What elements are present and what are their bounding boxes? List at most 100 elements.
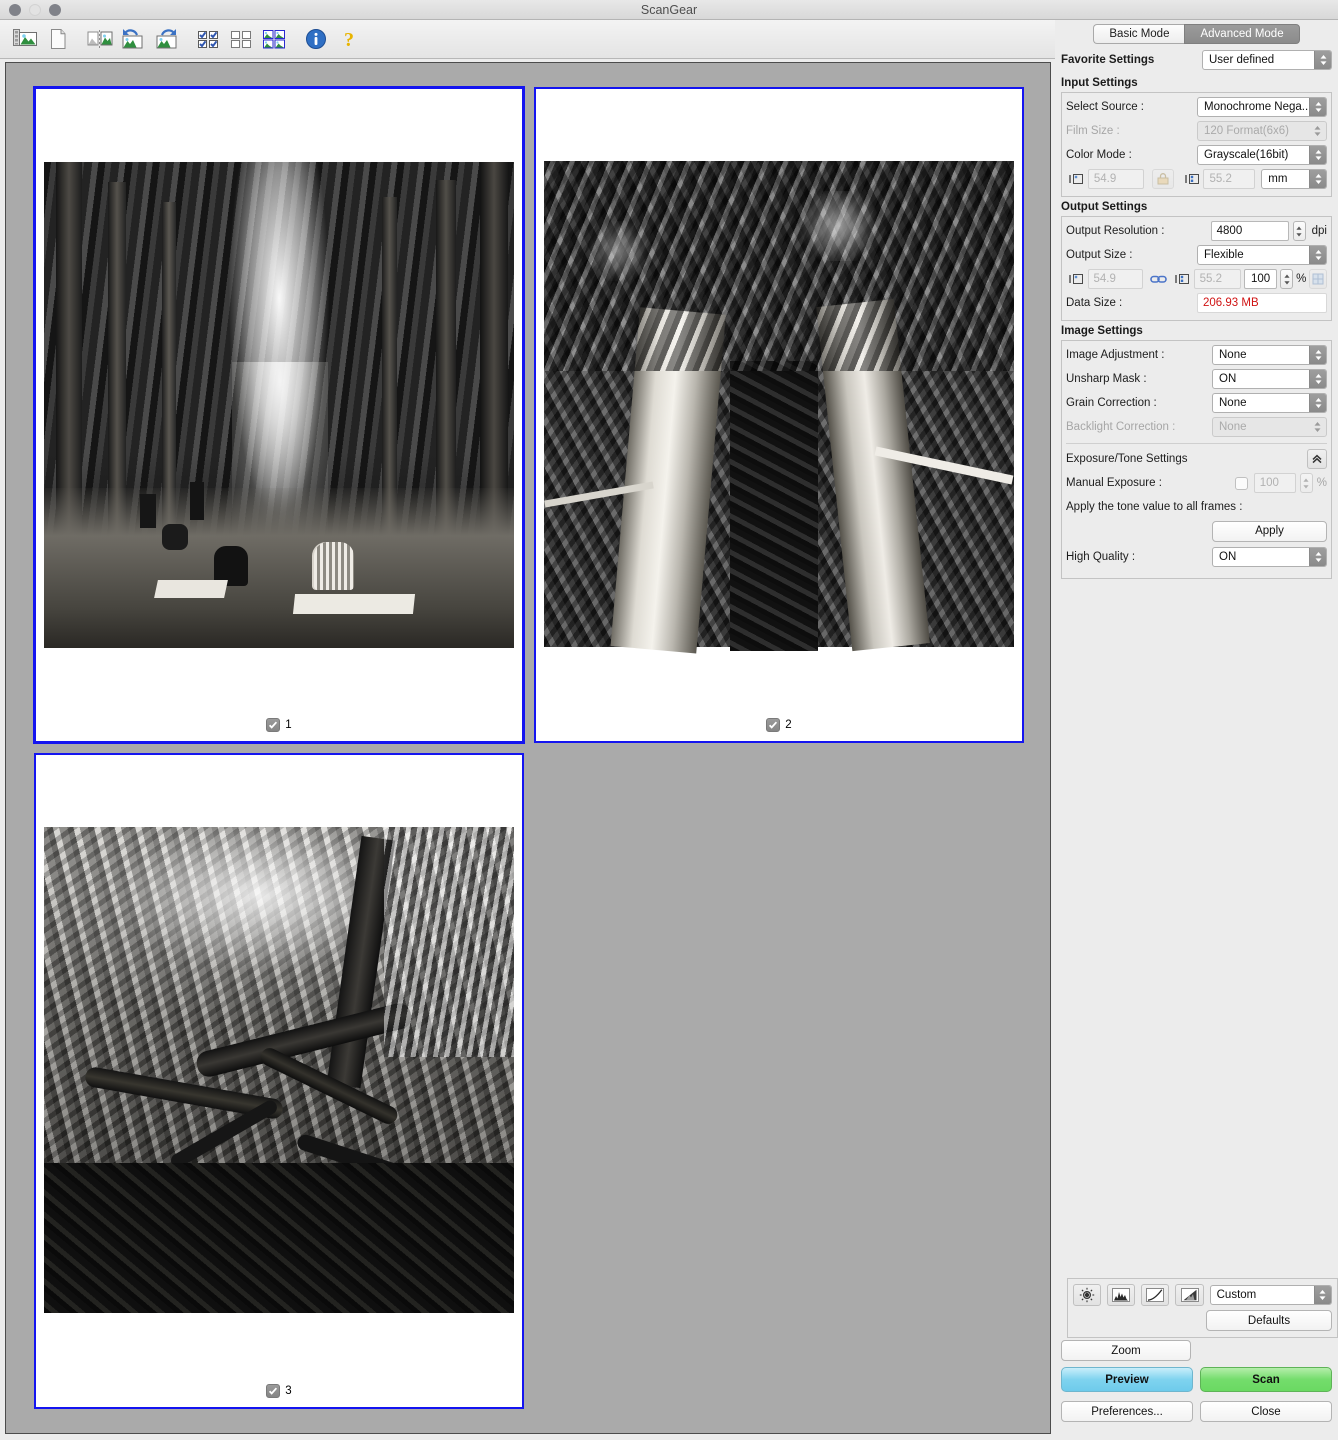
- chevron-double-up-icon[interactable]: [1307, 449, 1327, 469]
- settings-panel: Basic Mode Advanced Mode Favorite Settin…: [1055, 20, 1338, 1440]
- input-height-field[interactable]: 55.2: [1203, 169, 1256, 189]
- exposure-tone-settings-row: Exposure/Tone Settings: [1066, 448, 1327, 470]
- input-width-field[interactable]: 54.9: [1087, 169, 1144, 189]
- apply-tone-label-row: Apply the tone value to all frames :: [1066, 496, 1327, 518]
- image-adjustment-select[interactable]: None: [1212, 345, 1327, 365]
- select-source-value: Monochrome Nega...: [1204, 101, 1312, 113]
- unsharp-mask-value: ON: [1219, 373, 1237, 385]
- scan-button[interactable]: Scan: [1200, 1367, 1332, 1392]
- help-icon[interactable]: ?: [334, 25, 364, 53]
- tone-tools-group: Custom Defaults: [1067, 1278, 1338, 1338]
- backlight-correction-label: Backlight Correction :: [1066, 421, 1176, 433]
- manual-exposure-label: Manual Exposure :: [1066, 477, 1162, 489]
- zoom-button[interactable]: Zoom: [1061, 1340, 1191, 1361]
- output-size-select[interactable]: Flexible: [1197, 245, 1327, 265]
- favorite-settings-select[interactable]: User defined: [1202, 50, 1332, 70]
- thumbnail-checkbox-1[interactable]: [266, 718, 281, 732]
- thumbnail-frame-2[interactable]: 2: [534, 87, 1024, 743]
- output-size-row: Output Size : Flexible: [1066, 244, 1327, 266]
- select-all-frames-icon[interactable]: [10, 25, 40, 53]
- chevron-updown-icon: [1309, 548, 1326, 566]
- film-size-select[interactable]: 120 Format(6x6): [1197, 121, 1327, 141]
- output-resolution-stepper[interactable]: [1292, 221, 1306, 241]
- thumbnail-label-1: 1: [36, 718, 522, 732]
- image-adjustment-row: Image Adjustment : None: [1066, 344, 1327, 366]
- thumbnail-frame-1[interactable]: 1: [33, 86, 525, 744]
- image-settings-group: Image Adjustment : None Unsharp Mask : O…: [1061, 340, 1332, 579]
- info-icon[interactable]: [301, 25, 331, 53]
- manual-exposure-stepper[interactable]: [1299, 473, 1313, 493]
- film-size-label: Film Size :: [1066, 125, 1120, 137]
- output-size-value: Flexible: [1204, 249, 1244, 261]
- tone-curve-icon[interactable]: [1141, 1284, 1170, 1306]
- thumbnail-label-3: 3: [36, 1384, 522, 1398]
- rotate-left-icon[interactable]: [118, 25, 148, 53]
- output-height-field[interactable]: 55.2: [1193, 269, 1241, 289]
- check-all-frames-icon[interactable]: [193, 25, 223, 53]
- chain-link-icon[interactable]: [1149, 269, 1171, 289]
- high-quality-row: High Quality : ON: [1066, 546, 1327, 568]
- histogram-icon[interactable]: [1107, 1284, 1136, 1306]
- tab-basic-mode[interactable]: Basic Mode: [1093, 24, 1185, 44]
- clear-frame-icon[interactable]: [43, 25, 73, 53]
- data-size-label: Data Size :: [1066, 297, 1123, 309]
- action-buttons-group: Zoom Preview Scan Preferences... Close: [1061, 1340, 1332, 1422]
- thumbnail-image-3: [44, 827, 514, 1313]
- width-icon: [1066, 169, 1088, 189]
- apply-button[interactable]: Apply: [1212, 520, 1327, 542]
- unsharp-mask-row: Unsharp Mask : ON: [1066, 368, 1327, 390]
- close-button[interactable]: Close: [1200, 1401, 1332, 1422]
- output-resolution-label: Output Resolution :: [1066, 225, 1165, 237]
- tab-advanced-mode[interactable]: Advanced Mode: [1184, 24, 1300, 44]
- reset-size-icon[interactable]: [1309, 269, 1327, 289]
- unsharp-mask-label: Unsharp Mask :: [1066, 373, 1147, 385]
- rotate-right-icon[interactable]: [151, 25, 181, 53]
- preferences-button[interactable]: Preferences...: [1061, 1401, 1193, 1422]
- scangear-window: ScanGear ? 1 2 3 Basic Mode Advanced Mod…: [0, 0, 1338, 1440]
- output-settings-header: Output Settings: [1061, 201, 1148, 213]
- defaults-button[interactable]: Defaults: [1206, 1310, 1332, 1331]
- select-source-row: Select Source : Monochrome Nega...: [1066, 96, 1327, 118]
- unsharp-mask-select[interactable]: ON: [1212, 369, 1327, 389]
- output-size-label: Output Size :: [1066, 249, 1133, 261]
- backlight-correction-row: Backlight Correction : None: [1066, 416, 1327, 438]
- manual-exposure-checkbox[interactable]: [1234, 476, 1248, 490]
- output-width-field[interactable]: 54.9: [1087, 269, 1143, 289]
- output-resolution-field[interactable]: 4800: [1210, 221, 1289, 241]
- manual-exposure-field[interactable]: 100: [1253, 473, 1296, 493]
- uncheck-all-frames-icon[interactable]: [226, 25, 256, 53]
- preview-area[interactable]: 1 2 3: [5, 62, 1051, 1434]
- thumbnail-checkbox-2[interactable]: [766, 718, 781, 732]
- chevron-updown-icon: [1309, 394, 1326, 412]
- input-dimensions-row: 54.9 55.2 mm: [1066, 168, 1327, 190]
- data-size-value: 206.93 MB: [1203, 297, 1259, 309]
- output-scale-stepper[interactable]: [1280, 269, 1294, 289]
- image-adjustment-value: None: [1219, 349, 1247, 361]
- high-quality-select[interactable]: ON: [1212, 547, 1327, 567]
- thumbnail-frame-3[interactable]: 3: [34, 753, 524, 1409]
- aspect-lock-icon[interactable]: [1151, 169, 1174, 189]
- output-scale-field[interactable]: 100: [1243, 269, 1278, 289]
- input-unit-select[interactable]: mm: [1261, 169, 1327, 189]
- mirror-image-icon[interactable]: [85, 25, 115, 53]
- tone-preset-select[interactable]: Custom: [1209, 1285, 1332, 1305]
- select-source-select[interactable]: Monochrome Nega...: [1197, 97, 1327, 117]
- output-resolution-unit: dpi: [1311, 225, 1327, 237]
- chevron-updown-icon: [1313, 1286, 1331, 1304]
- brightness-contrast-icon[interactable]: [1073, 1284, 1102, 1306]
- favorite-settings-label: Favorite Settings: [1061, 54, 1155, 66]
- height-icon: [1182, 169, 1204, 189]
- data-size-value-wrap: 206.93 MB: [1197, 293, 1327, 313]
- apply-tone-label: Apply the tone value to all frames :: [1066, 501, 1243, 513]
- final-review-icon[interactable]: [1175, 1284, 1204, 1306]
- svg-text:?: ?: [344, 29, 354, 51]
- select-all-thumbnails-icon[interactable]: [259, 25, 289, 53]
- thumbnail-checkbox-3[interactable]: [266, 1384, 281, 1398]
- high-quality-label: High Quality :: [1066, 551, 1136, 563]
- backlight-correction-value: None: [1219, 421, 1247, 433]
- grain-correction-select[interactable]: None: [1212, 393, 1327, 413]
- high-quality-value: ON: [1219, 551, 1237, 563]
- color-mode-select[interactable]: Grayscale(16bit): [1197, 145, 1327, 165]
- preview-button[interactable]: Preview: [1061, 1367, 1193, 1392]
- backlight-correction-select[interactable]: None: [1212, 417, 1327, 437]
